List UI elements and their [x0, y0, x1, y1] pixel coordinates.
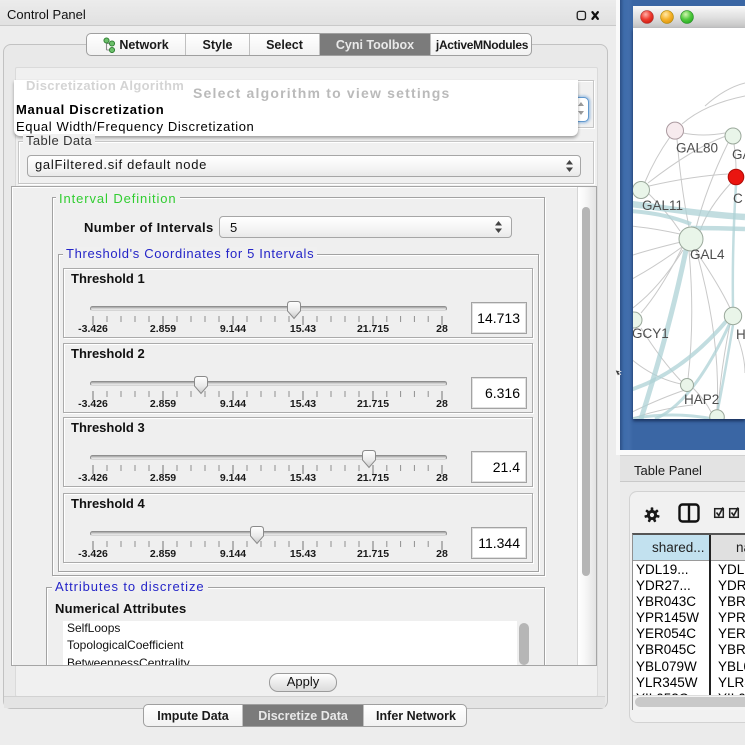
svg-text:GAL4: GAL4	[690, 247, 725, 262]
svg-text:GAL11: GAL11	[642, 198, 683, 213]
svg-text:HAP2: HAP2	[684, 392, 719, 407]
svg-text:H: H	[736, 327, 745, 342]
svg-text:GAL80: GAL80	[676, 141, 718, 156]
svg-text:GCY1: GCY1	[633, 326, 669, 341]
svg-text:GA: GA	[732, 147, 745, 162]
svg-text:C: C	[733, 191, 743, 206]
